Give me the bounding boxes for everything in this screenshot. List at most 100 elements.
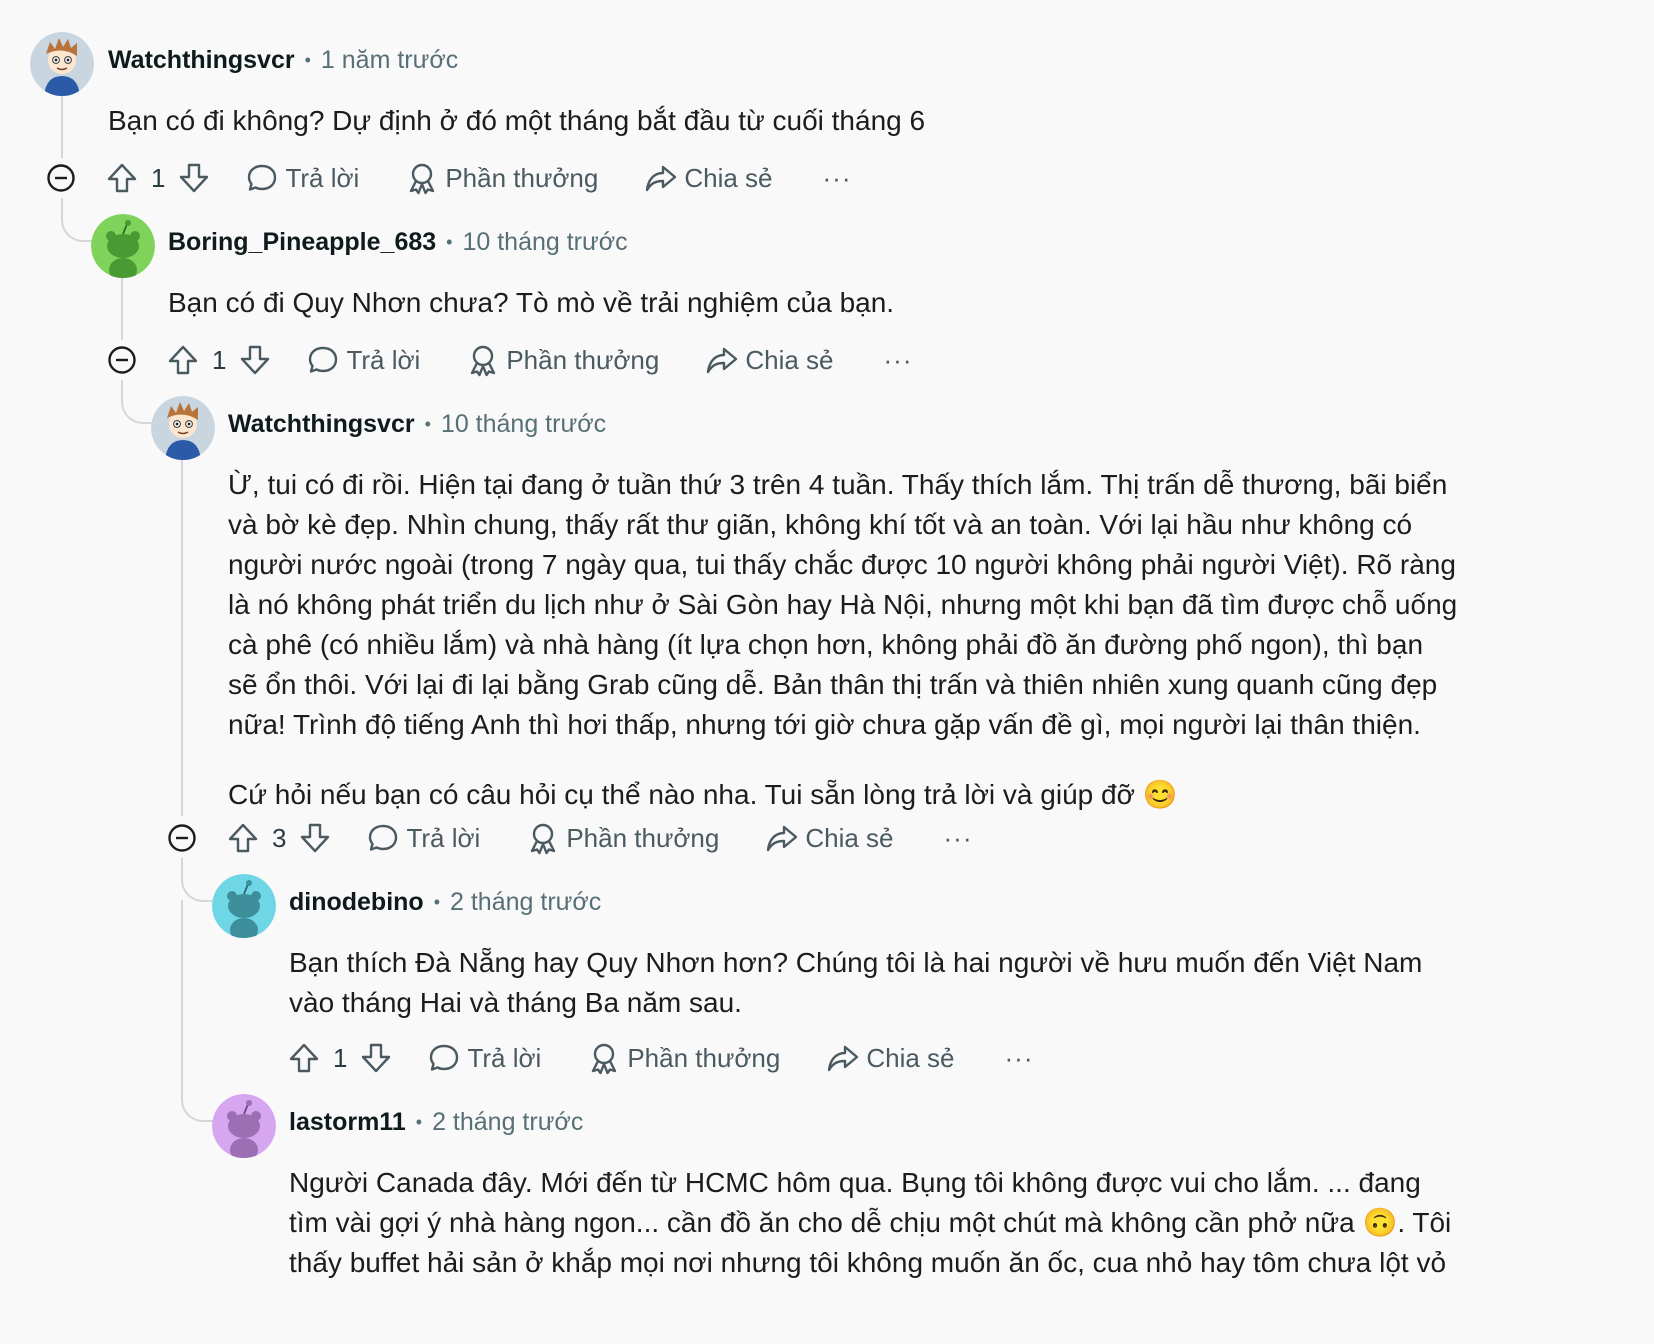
comment-paragraph: Bạn có đi Quy Nhơn chưa? Tò mò về trải n… (168, 287, 895, 318)
comment-meta: Watchthingsvcr • 10 tháng trước (228, 408, 606, 440)
speech-bubble-icon (430, 1044, 459, 1071)
award-label: Phần thưởng (566, 822, 720, 853)
avatar[interactable] (212, 1094, 276, 1158)
separator-dot: • (304, 49, 311, 70)
reply-label: Trả lời (346, 344, 421, 375)
vote-score: 3 (272, 822, 287, 853)
downvote-button[interactable] (359, 1041, 393, 1075)
comment-paragraph: Bạn thích Đà Nẵng hay Quy Nhơn hơn? Chún… (289, 947, 1423, 1018)
share-button[interactable]: Chia sẻ (705, 343, 834, 377)
username[interactable]: Boring_Pineapple_683 (168, 228, 436, 257)
upvote-arrow-icon (228, 823, 258, 853)
comment-paragraph: Ừ, tui có đi rồi. Hiện tại đang ở tuần t… (228, 469, 1458, 740)
share-arrow-icon (828, 1045, 859, 1072)
more-options-button[interactable]: ··· (1005, 1043, 1034, 1074)
reply-label: Trả lời (406, 822, 481, 853)
award-icon (471, 345, 496, 377)
share-label: Chia sẻ (805, 822, 894, 853)
comment-actions: 1 Trả lời Phần thưởng Chia sẻ ··· (105, 158, 852, 198)
comment-meta: Watchthingsvcr • 1 năm trước (108, 44, 458, 76)
avatar[interactable] (212, 874, 276, 938)
comment-paragraph: Bạn có đi không? Dự định ở đó một tháng … (108, 105, 926, 136)
award-icon (592, 1043, 617, 1075)
minus-circle-icon (108, 346, 136, 374)
upvote-button[interactable] (226, 821, 260, 855)
vote-score: 1 (212, 344, 227, 375)
comment-meta: dinodebino • 2 tháng trước (289, 886, 601, 918)
downvote-arrow-icon (180, 163, 209, 193)
comment-actions: 1 Trả lời Phần thưởng Chia sẻ ··· (287, 1038, 1034, 1078)
timestamp[interactable]: 10 tháng trước (462, 228, 627, 257)
more-options-button[interactable]: ··· (944, 823, 973, 854)
speech-bubble-icon (248, 164, 277, 191)
share-label: Chia sẻ (745, 344, 834, 375)
username[interactable]: Watchthingsvcr (108, 46, 295, 75)
upvote-button[interactable] (105, 161, 139, 195)
upvote-button[interactable] (166, 343, 200, 377)
collapse-button[interactable] (167, 823, 197, 853)
upvote-arrow-icon (107, 163, 137, 193)
reply-button[interactable]: Trả lời (306, 343, 420, 377)
vote-score: 1 (151, 162, 166, 193)
award-button[interactable]: Phần thưởng (587, 1041, 780, 1075)
comment-body: Ừ, tui có đi rồi. Hiện tại đang ở tuần t… (228, 465, 1458, 815)
share-button[interactable]: Chia sẻ (644, 161, 773, 195)
timestamp[interactable]: 2 tháng trước (450, 888, 601, 917)
downvote-button[interactable] (298, 821, 332, 855)
avatar[interactable] (151, 396, 215, 460)
award-icon (410, 163, 435, 195)
downvote-button[interactable] (177, 161, 211, 195)
timestamp[interactable]: 1 năm trước (321, 46, 458, 75)
separator-dot: • (446, 231, 453, 252)
upvote-arrow-icon (289, 1043, 319, 1073)
snoo-avatar-icon (91, 214, 155, 278)
snoo-avatar-icon (212, 1094, 276, 1158)
comment-meta: Boring_Pineapple_683 • 10 tháng trước (168, 226, 628, 258)
reply-label: Trả lời (285, 162, 360, 193)
share-button[interactable]: Chia sẻ (765, 821, 894, 855)
share-label: Chia sẻ (684, 162, 773, 193)
award-button[interactable]: Phần thưởng (466, 343, 659, 377)
comment-actions: 1 Trả lời Phần thưởng Chia sẻ ··· (166, 340, 913, 380)
award-button[interactable]: Phần thưởng (405, 161, 598, 195)
timestamp[interactable]: 2 tháng trước (432, 1108, 583, 1137)
separator-dot: • (415, 1111, 423, 1132)
comment-paragraph: Cứ hỏi nếu bạn có câu hỏi cụ thể nào nha… (228, 779, 1178, 810)
share-arrow-icon (707, 347, 738, 374)
more-options-button[interactable]: ··· (884, 345, 913, 376)
username[interactable]: lastorm11 (289, 1108, 406, 1137)
username[interactable]: dinodebino (289, 888, 424, 917)
award-label: Phần thưởng (627, 1042, 781, 1073)
more-options-button[interactable]: ··· (823, 163, 852, 194)
downvote-arrow-icon (241, 345, 270, 375)
reply-button[interactable]: Trả lời (245, 161, 359, 195)
separator-dot: • (433, 891, 441, 912)
upvote-button[interactable] (287, 1041, 321, 1075)
share-arrow-icon (646, 165, 677, 192)
collapse-button[interactable] (107, 345, 137, 375)
award-icon (531, 823, 556, 855)
award-button[interactable]: Phần thưởng (526, 821, 719, 855)
reply-button[interactable]: Trả lời (366, 821, 480, 855)
thread-elbow (121, 380, 155, 424)
downvote-arrow-icon (301, 823, 330, 853)
share-label: Chia sẻ (866, 1042, 955, 1073)
thread-elbow (61, 198, 95, 242)
cartoon-avatar-icon (30, 32, 94, 96)
thread-line (181, 460, 183, 816)
comment-body: Bạn có đi không? Dự định ở đó một tháng … (108, 101, 1438, 141)
comment-paragraph: Người Canada đây. Mới đến từ HCMC hôm qu… (289, 1167, 1452, 1278)
downvote-button[interactable] (238, 343, 272, 377)
avatar[interactable] (30, 32, 94, 96)
speech-bubble-icon (369, 824, 398, 851)
share-button[interactable]: Chia sẻ (826, 1041, 955, 1075)
collapse-button[interactable] (46, 163, 76, 193)
username[interactable]: Watchthingsvcr (228, 410, 415, 439)
speech-bubble-icon (309, 346, 338, 373)
timestamp[interactable]: 10 tháng trước (441, 410, 606, 439)
snoo-avatar-icon (212, 874, 276, 938)
thread-line (121, 278, 123, 340)
avatar[interactable] (91, 214, 155, 278)
comment-meta: lastorm11 • 2 tháng trước (289, 1106, 583, 1138)
reply-button[interactable]: Trả lời (427, 1041, 541, 1075)
